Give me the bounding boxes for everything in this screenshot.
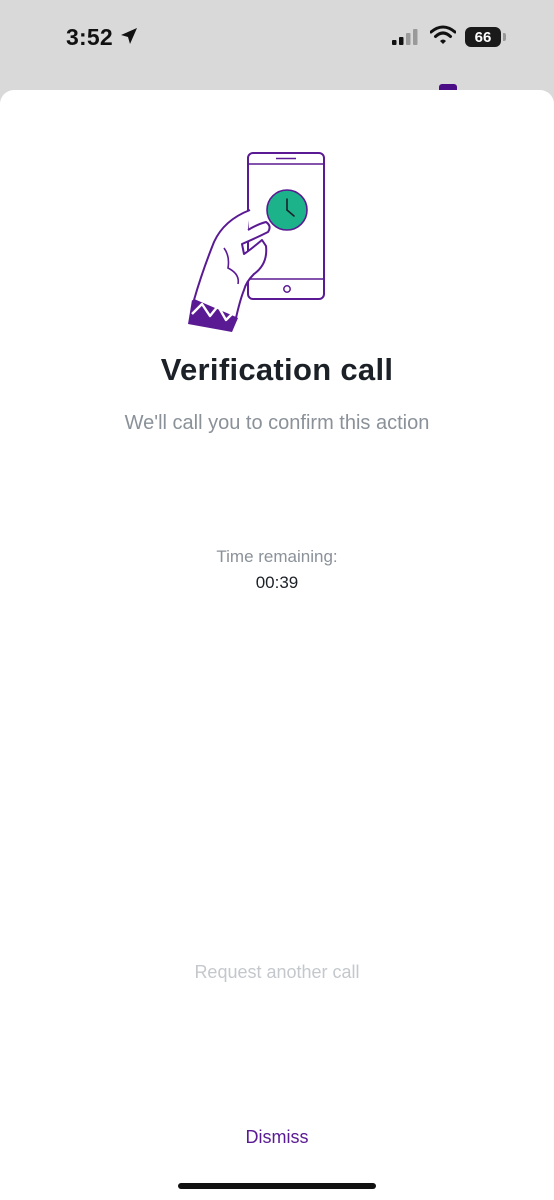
request-another-call-button[interactable]: Request another call [0, 962, 554, 983]
timer-value: 00:39 [255, 573, 299, 592]
status-bar: 3:52 66 [0, 0, 554, 88]
status-time: 3:52 [66, 24, 113, 50]
verification-sheet: Verification call We'll call you to conf… [0, 90, 554, 1200]
phone-in-hand-clock-illustration [188, 152, 325, 332]
page-subtitle: We'll call you to confirm this action [124, 412, 430, 434]
battery-icon: 66 [465, 27, 501, 47]
page-title: Verification call [160, 352, 394, 387]
battery-level: 66 [474, 28, 492, 46]
home-indicator[interactable] [178, 1183, 376, 1189]
dismiss-button[interactable]: Dismiss [0, 1127, 554, 1148]
timer-label: Time remaining: [216, 547, 338, 566]
wifi-icon [430, 25, 456, 44]
cellular-signal-icon [392, 29, 418, 45]
battery-tip [503, 33, 506, 41]
location-arrow-icon [121, 28, 137, 44]
